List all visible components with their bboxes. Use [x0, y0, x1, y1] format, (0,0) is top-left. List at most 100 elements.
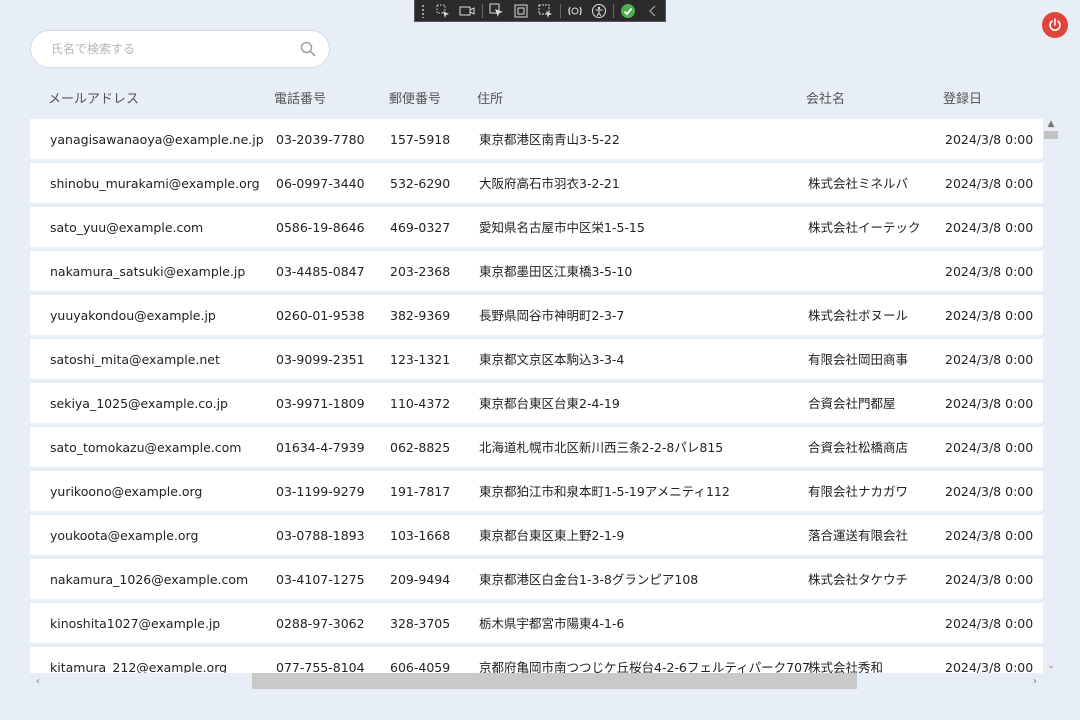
cell-phone: 0260-01-9538 [276, 308, 365, 323]
cell-zip: 110-4372 [390, 396, 451, 411]
search-box [30, 30, 330, 68]
cell-email: kitamura_212@example.org [50, 660, 228, 673]
cell-phone: 03-9099-2351 [276, 352, 365, 367]
table-row[interactable]: nakamura_satsuki@example.jp 03-4485-0847… [30, 251, 1043, 291]
table-row[interactable]: kitamura_212@example.org 077-755-8104 60… [30, 647, 1043, 673]
cell-address: 愛知県名古屋市中区栄1-5-15 [479, 220, 645, 235]
collapse-icon[interactable] [641, 1, 665, 21]
cell-zip: 203-2368 [390, 264, 451, 279]
cell-zip: 209-9494 [390, 572, 451, 587]
cell-company: 株式会社ミネルバ [808, 176, 909, 191]
pointer-icon[interactable] [484, 1, 508, 21]
column-header-phone[interactable]: 電話番号 [274, 88, 326, 107]
cell-zip: 123-1321 [390, 352, 451, 367]
cell-phone: 03-1199-9279 [276, 484, 365, 499]
accessibility-icon[interactable] [587, 1, 611, 21]
column-header-zip[interactable]: 郵便番号 [389, 88, 441, 107]
cell-address: 東京都港区南青山3-5-22 [479, 132, 620, 147]
cell-company: 株式会社タケウチ [808, 572, 909, 587]
cell-company: 合資会社松橋商店 [808, 440, 909, 455]
toolbar-grip[interactable] [421, 3, 425, 18]
table-row[interactable]: yurikoono@example.org 03-1199-9279 191-7… [30, 471, 1043, 511]
horizontal-scrollbar[interactable]: ‹ › [30, 673, 1043, 689]
cell-phone: 03-9971-1809 [276, 396, 365, 411]
debug-toolbar [414, 0, 666, 22]
scroll-up-icon[interactable]: ▲ [1043, 117, 1059, 131]
toolbar-separator [481, 3, 483, 18]
toolbar-separator [613, 3, 615, 18]
cell-zip: 062-8825 [390, 440, 451, 455]
table-row[interactable]: youkoota@example.org 03-0788-1893 103-16… [30, 515, 1043, 555]
cell-zip: 606-4059 [390, 660, 451, 673]
video-icon[interactable] [455, 1, 479, 21]
cell-email: nakamura_1026@example.com [50, 572, 249, 587]
track-focus-icon[interactable] [533, 1, 557, 21]
cell-date: 2024/3/8 0:00 [945, 616, 1034, 631]
cell-phone: 0288-97-3062 [276, 616, 365, 631]
table-row[interactable]: yuuyakondou@example.jp 0260-01-9538 382-… [30, 295, 1043, 335]
cell-zip: 532-6290 [390, 176, 451, 191]
scroll-down-icon[interactable]: ⌄ [1043, 659, 1059, 673]
cell-company: 株式会社イーテック [808, 220, 921, 235]
cell-date: 2024/3/8 0:00 [945, 396, 1034, 411]
select-element-icon[interactable] [431, 1, 455, 21]
cell-address: 東京都港区白金台1-3-8グランピア108 [479, 572, 699, 587]
cell-date: 2024/3/8 0:00 [945, 176, 1034, 191]
cell-date: 2024/3/8 0:00 [945, 264, 1034, 279]
vertical-scroll-thumb[interactable] [1044, 131, 1058, 139]
cell-email: yanagisawanaoya@example.ne.jp [50, 132, 264, 147]
cell-company: 合資会社門都屋 [808, 396, 896, 411]
cell-email: sato_yuu@example.com [50, 220, 204, 235]
power-icon [1049, 18, 1061, 31]
cell-address: 東京都狛江市和泉本町1-5-19アメニティ112 [479, 484, 730, 499]
table-row[interactable]: sato_tomokazu@example.com 01634-4-7939 0… [30, 427, 1043, 467]
check-icon[interactable] [616, 1, 640, 21]
toolbar-separator [559, 3, 561, 18]
vertical-scrollbar[interactable]: ▲ ⌄ [1043, 117, 1059, 673]
table-row[interactable]: sato_yuu@example.com 0586-19-8646 469-03… [30, 207, 1043, 247]
cell-email: satoshi_mita@example.net [50, 352, 220, 367]
table-row[interactable]: satoshi_mita@example.net 03-9099-2351 12… [30, 339, 1043, 379]
cell-zip: 103-1668 [390, 528, 451, 543]
cell-date: 2024/3/8 0:00 [945, 484, 1034, 499]
cell-date: 2024/3/8 0:00 [945, 352, 1034, 367]
cell-zip: 469-0327 [390, 220, 451, 235]
rectangle-select-icon[interactable] [509, 1, 533, 21]
cell-address: 北海道札幌市北区新川西三条2-2-8パレ815 [479, 440, 724, 455]
cell-date: 2024/3/8 0:00 [945, 220, 1034, 235]
table-row[interactable]: nakamura_1026@example.com 03-4107-1275 2… [30, 559, 1043, 599]
cell-email: nakamura_satsuki@example.jp [50, 264, 246, 279]
horizontal-scroll-thumb[interactable] [252, 673, 857, 689]
column-header-date[interactable]: 登録日 [943, 88, 982, 107]
cell-date: 2024/3/8 0:00 [945, 440, 1034, 455]
column-header-address[interactable]: 住所 [477, 88, 503, 107]
column-header-email[interactable]: メールアドレス [48, 88, 139, 107]
cell-phone: 03-4107-1275 [276, 572, 365, 587]
cell-address: 京都府亀岡市南つつじケ丘桜台4-2-6フェルティパーク707 [479, 660, 810, 673]
table-row[interactable]: sekiya_1025@example.co.jp 03-9971-1809 1… [30, 383, 1043, 423]
table-row[interactable]: shinobu_murakami@example.org 06-0997-344… [30, 163, 1043, 203]
cell-address: 栃木県宇都宮市陽東4-1-6 [479, 616, 625, 631]
cell-address: 大阪府高石市羽衣3-2-21 [479, 176, 620, 191]
cell-date: 2024/3/8 0:00 [945, 308, 1034, 323]
cell-email: shinobu_murakami@example.org [50, 176, 260, 191]
data-grid[interactable]: yanagisawanaoya@example.ne.jp 03-2039-77… [30, 117, 1043, 673]
cell-phone: 03-4485-0847 [276, 264, 365, 279]
column-header-company[interactable]: 会社名 [806, 88, 845, 107]
scroll-right-icon[interactable]: › [1027, 673, 1043, 689]
search-icon[interactable] [299, 40, 317, 58]
cell-phone: 06-0997-3440 [276, 176, 365, 191]
cell-company: 株式会社秀和 [808, 660, 884, 673]
cell-zip: 191-7817 [390, 484, 451, 499]
cell-phone: 01634-4-7939 [276, 440, 365, 455]
scroll-left-icon[interactable]: ‹ [30, 673, 46, 689]
cell-phone: 03-0788-1893 [276, 528, 365, 543]
table-header: メールアドレス 電話番号 郵便番号 住所 会社名 登録日 [30, 86, 1043, 110]
cell-email: kinoshita1027@example.jp [50, 616, 221, 631]
power-button[interactable] [1042, 12, 1068, 38]
search-input[interactable] [51, 42, 299, 56]
cell-zip: 157-5918 [390, 132, 451, 147]
table-row[interactable]: yanagisawanaoya@example.ne.jp 03-2039-77… [30, 119, 1043, 159]
hot-reload-icon[interactable] [563, 1, 587, 21]
table-row[interactable]: kinoshita1027@example.jp 0288-97-3062 32… [30, 603, 1043, 643]
